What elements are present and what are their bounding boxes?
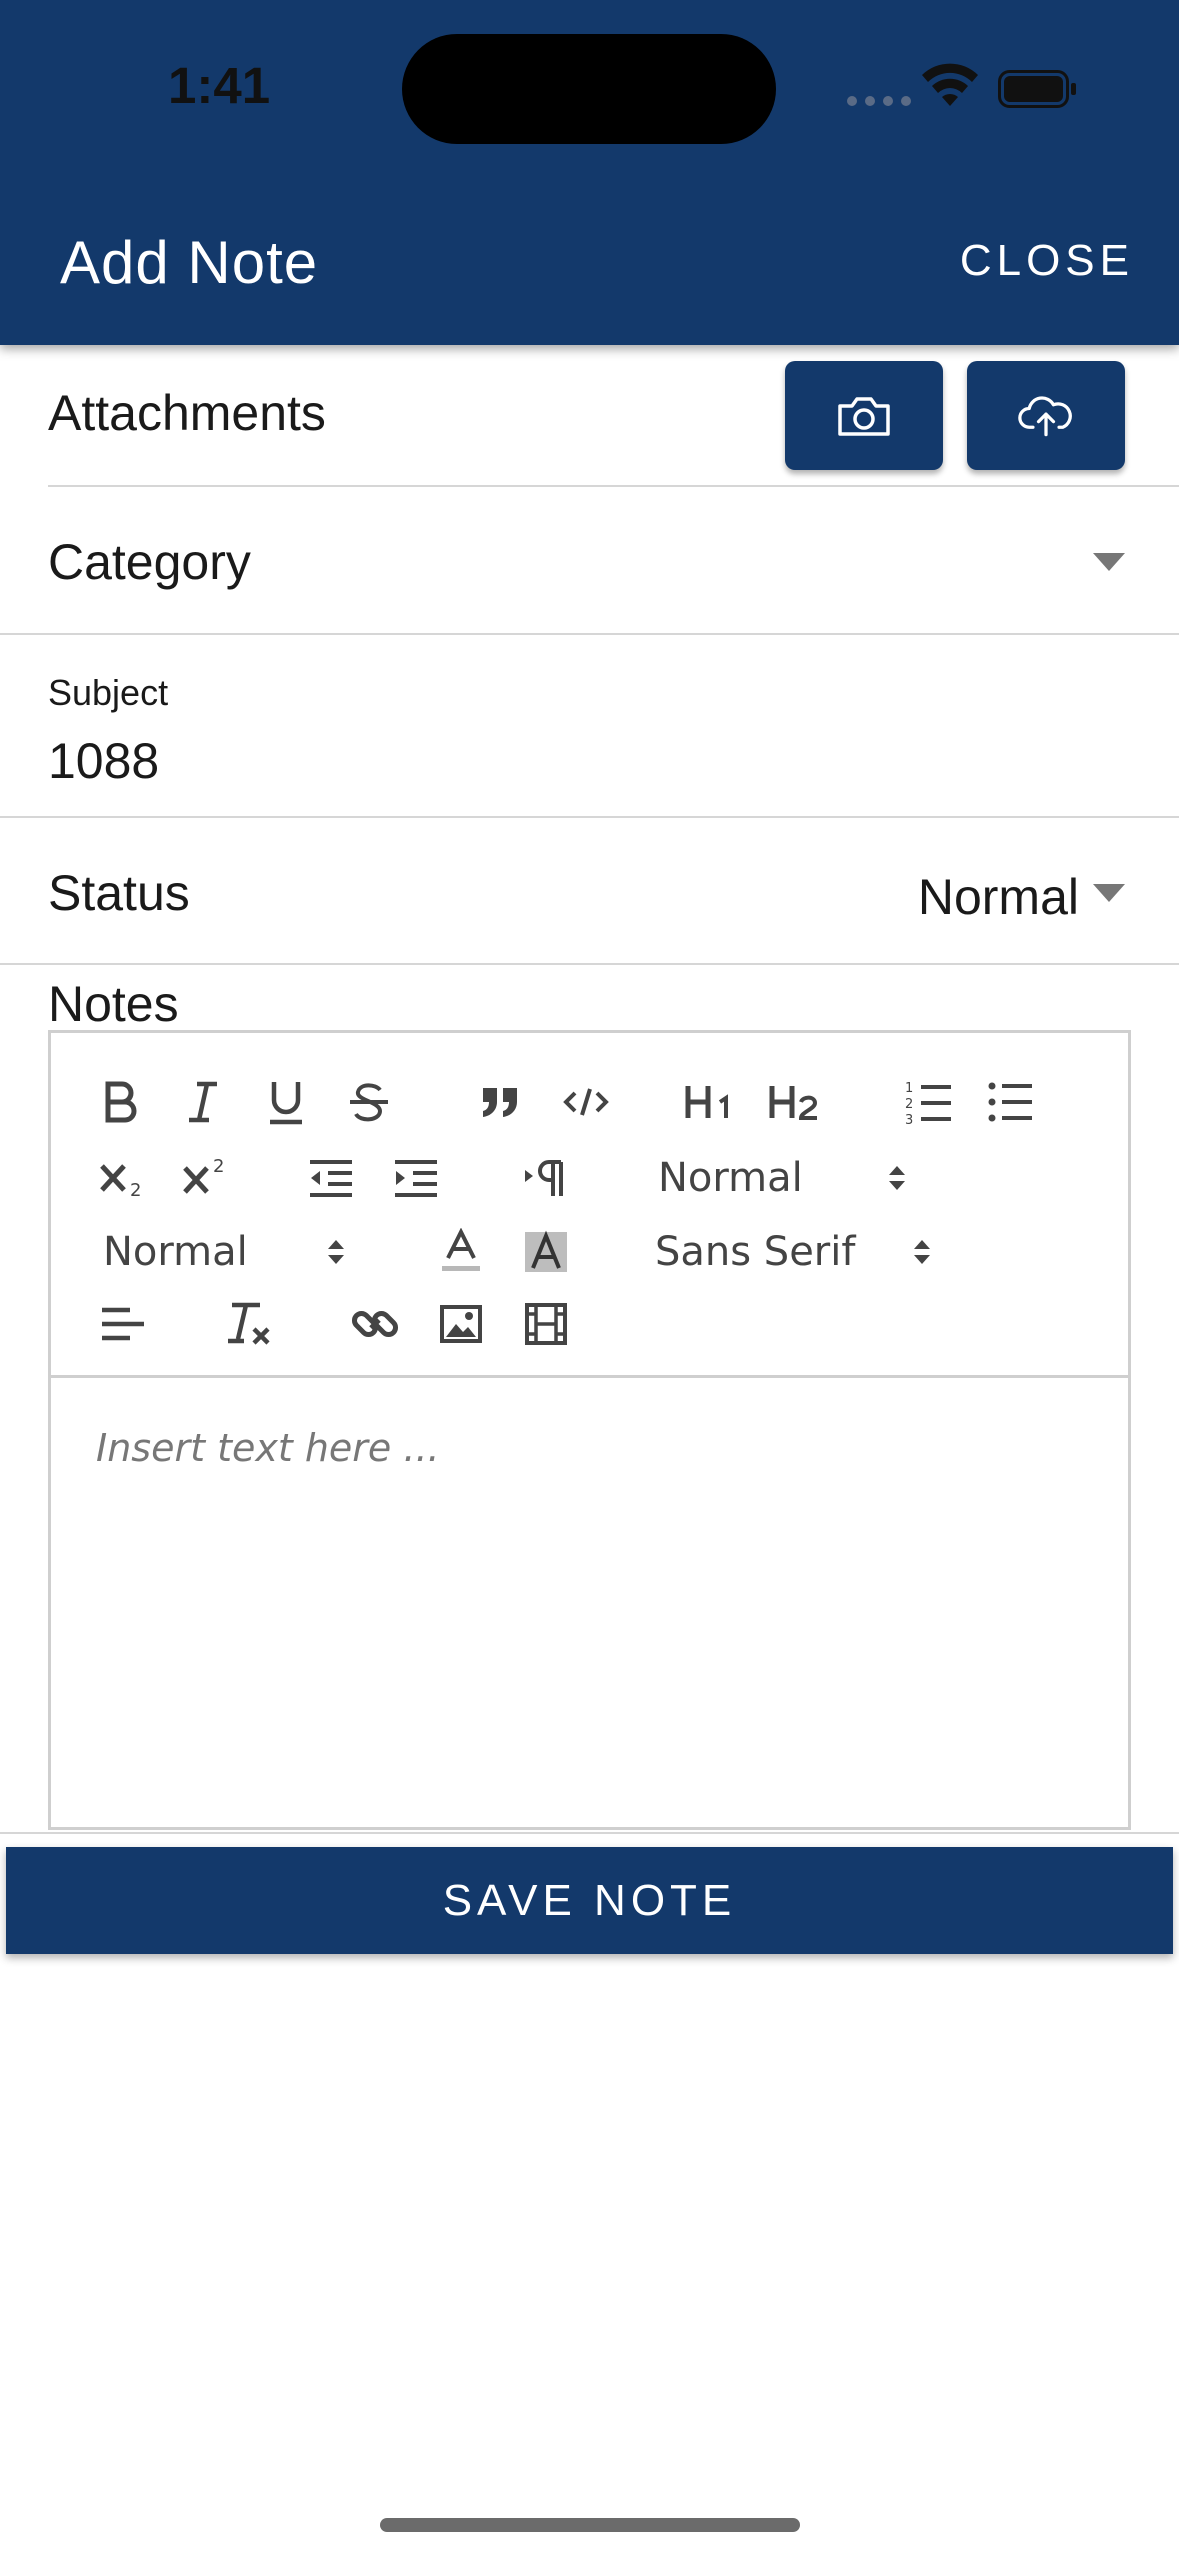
subject-field[interactable]: 1088 [48, 732, 159, 790]
blockquote-button[interactable] [471, 1075, 531, 1129]
italic-icon [189, 1081, 217, 1123]
subject-label: Subject [48, 672, 169, 713]
editor-placeholder: Insert text here ... [96, 1426, 440, 1470]
divider [0, 633, 1179, 635]
divider [0, 816, 1179, 818]
save-note-button[interactable]: SAVE NOTE [6, 1847, 1173, 1954]
video-button[interactable] [516, 1297, 576, 1351]
chevron-down-icon[interactable] [1093, 884, 1125, 902]
subscript-button[interactable]: 2 [93, 1151, 153, 1205]
h1-icon [685, 1086, 728, 1118]
heading-format-value: Normal [658, 1155, 803, 1201]
attachments-label: Attachments [48, 385, 326, 441]
font-family-value: Sans Serif [655, 1229, 856, 1275]
category-dropdown[interactable] [1093, 553, 1125, 571]
text-color-icon [442, 1228, 480, 1271]
svg-text:1: 1 [905, 1081, 913, 1096]
rich-text-editor: 123 2 2 Normal Normal Sans Serif Insert … [48, 1030, 1131, 1830]
notes-label: Notes [48, 976, 179, 1032]
status-label: Status [48, 865, 190, 921]
underline-icon [270, 1082, 302, 1125]
align-button[interactable] [93, 1297, 153, 1351]
wifi-icon [922, 63, 978, 106]
ordered-list-button[interactable]: 123 [899, 1075, 959, 1129]
bullet-list-button[interactable] [981, 1075, 1041, 1129]
underline-button[interactable] [259, 1075, 313, 1129]
divider [48, 485, 1179, 487]
highlight-color-icon [525, 1230, 567, 1272]
code-icon [563, 1088, 609, 1116]
link-icon [351, 1310, 399, 1338]
code-block-button[interactable] [556, 1075, 616, 1129]
page-title: Add Note [60, 229, 319, 296]
battery-icon [998, 70, 1076, 108]
background-color-button[interactable] [516, 1225, 576, 1279]
indent-icon [395, 1160, 437, 1197]
superscript-button[interactable]: 2 [176, 1151, 236, 1205]
heading-2-button[interactable] [766, 1075, 826, 1129]
outdent-icon [310, 1160, 352, 1197]
cellular-signal-icon [847, 96, 911, 106]
svg-text:2: 2 [213, 1156, 224, 1177]
font-size-select[interactable]: Normal [103, 1225, 363, 1279]
text-direction-button[interactable] [516, 1151, 576, 1205]
bold-button[interactable] [93, 1075, 147, 1129]
updown-icon [889, 1166, 905, 1190]
close-button[interactable]: CLOSE [960, 236, 1134, 286]
subscript-icon: 2 [100, 1164, 141, 1200]
status-bar-time: 1:41 [168, 57, 271, 114]
superscript-icon: 2 [183, 1156, 224, 1194]
heading-1-button[interactable] [681, 1075, 741, 1129]
notes-text-area[interactable]: Insert text here ... [51, 1378, 1128, 1830]
app-header: 1:41 Add Note CLOSE [0, 0, 1179, 345]
link-button[interactable] [345, 1297, 405, 1351]
strikethrough-button[interactable] [342, 1075, 396, 1129]
quote-icon [483, 1088, 517, 1117]
bold-icon [105, 1081, 137, 1123]
updown-icon [328, 1240, 344, 1264]
svg-text:3: 3 [905, 1113, 913, 1125]
clear-format-button[interactable] [217, 1297, 277, 1351]
paragraph-direction-icon [525, 1160, 563, 1196]
ordered-list-icon: 123 [905, 1081, 951, 1125]
video-icon [525, 1303, 567, 1345]
svg-text:2: 2 [130, 1180, 141, 1200]
dynamic-island [402, 34, 776, 144]
updown-icon [914, 1240, 930, 1264]
bullet-list-icon [988, 1082, 1032, 1122]
outdent-button[interactable] [301, 1151, 361, 1205]
home-indicator [380, 2518, 800, 2532]
camera-icon [838, 396, 890, 436]
align-left-icon [102, 1307, 144, 1341]
divider [0, 1832, 1179, 1834]
status-select[interactable]: Normal [918, 868, 1079, 926]
font-family-select[interactable]: Sans Serif [655, 1225, 955, 1279]
heading-format-select[interactable]: Normal [658, 1151, 918, 1205]
camera-button[interactable] [785, 361, 943, 470]
category-label: Category [48, 534, 251, 590]
clear-format-icon [228, 1302, 270, 1345]
image-button[interactable] [431, 1297, 491, 1351]
divider [0, 963, 1179, 965]
svg-text:2: 2 [905, 1097, 913, 1112]
strikethrough-icon [350, 1083, 388, 1122]
font-size-value: Normal [103, 1229, 248, 1275]
image-icon [440, 1305, 482, 1343]
upload-button[interactable] [967, 361, 1125, 470]
italic-button[interactable] [176, 1075, 230, 1129]
editor-toolbar: 123 2 2 Normal Normal Sans Serif [51, 1033, 1128, 1378]
text-color-button[interactable] [431, 1225, 491, 1279]
indent-button[interactable] [386, 1151, 446, 1205]
cloud-upload-icon [1018, 395, 1072, 436]
h2-icon [769, 1086, 818, 1120]
